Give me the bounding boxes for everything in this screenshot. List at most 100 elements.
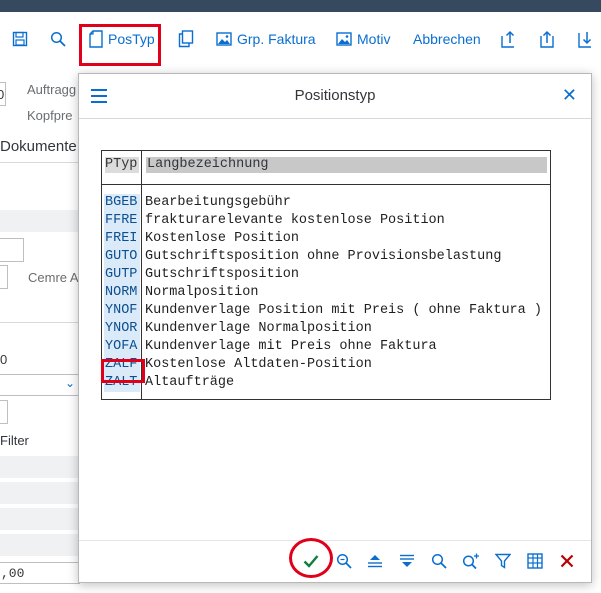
- motiv-button[interactable]: Motiv: [336, 26, 390, 52]
- copy-button[interactable]: [178, 26, 194, 52]
- sort-ascending-icon: [368, 555, 382, 568]
- background-band: [0, 534, 80, 556]
- auftraggeber-label: Auftragg: [27, 82, 77, 97]
- background-value: 0: [0, 352, 8, 367]
- list-item-description: frakturarelevante kostenlose Position: [145, 213, 445, 228]
- list-item-code[interactable]: GUTP: [104, 266, 140, 284]
- list-item-description: Kundenverlage mit Preis ohne Faktura: [145, 339, 437, 354]
- ynor-highlight-frame: [101, 359, 145, 383]
- list-item[interactable]: YOFA Kundenverlage mit Preis ohne Faktura: [102, 338, 550, 356]
- background-input[interactable]: [0, 265, 8, 289]
- list-item-code[interactable]: FFRE: [104, 212, 140, 230]
- dialog-title: Positionstyp: [294, 87, 376, 104]
- export-button[interactable]: [538, 26, 556, 52]
- dialog-header: Positionstyp ✕: [79, 74, 591, 119]
- list-item-description: Bearbeitungsgebühr: [145, 195, 291, 210]
- list-item[interactable]: FFRE frakturarelevante kostenlose Positio…: [102, 212, 550, 230]
- column-header-ptyp: PTyp: [105, 157, 139, 173]
- list-item-code[interactable]: BGEB: [104, 194, 140, 212]
- download-icon: [578, 32, 592, 48]
- divider: [0, 322, 80, 323]
- abbrechen-button[interactable]: Abbrechen: [413, 26, 481, 52]
- download-button[interactable]: [576, 26, 594, 52]
- list-item[interactable]: ZALF Kostenlose Altdaten-Position: [102, 356, 550, 374]
- list-item[interactable]: FREI Kostenlose Position: [102, 230, 550, 248]
- cancel-icon: [560, 554, 574, 568]
- upload-icon: [501, 30, 515, 48]
- filter-label: Filter: [0, 433, 29, 448]
- list-item[interactable]: ZALT Altaufträge: [102, 374, 550, 392]
- find-next-button[interactable]: [459, 549, 483, 573]
- background-band: [0, 482, 80, 504]
- list-item[interactable]: NORM Normalposition: [102, 284, 550, 302]
- table-settings-icon: [527, 553, 543, 569]
- search-in-list-button[interactable]: [332, 549, 356, 573]
- filter-icon: [495, 553, 511, 569]
- chevron-down-icon: ⌄: [65, 376, 76, 390]
- close-icon[interactable]: ✕: [562, 85, 577, 106]
- sort-descending-button[interactable]: [395, 549, 419, 573]
- background-input[interactable]: [0, 400, 8, 424]
- motiv-label: Motiv: [357, 31, 391, 47]
- list-item-description: Kundenverlage Normalposition: [145, 321, 372, 336]
- list-item[interactable]: BGEB Bearbeitungsgebühr: [102, 194, 550, 212]
- list-item-description: Kostenlose Position: [145, 231, 299, 246]
- save-icon: [12, 31, 28, 47]
- amount-field[interactable]: ,00: [0, 562, 80, 584]
- background-band: [0, 508, 80, 530]
- grp-faktura-label: Grp. Faktura: [237, 31, 316, 47]
- dokumente-tab[interactable]: Dokumente: [0, 138, 77, 155]
- list-item-code[interactable]: YNOF: [104, 302, 140, 320]
- background-input[interactable]: [0, 238, 24, 262]
- cemre-label: Cemre A: [28, 270, 79, 285]
- find-button[interactable]: [427, 549, 451, 573]
- dialog-footer: [79, 538, 591, 583]
- list-item-code[interactable]: GUTO: [104, 248, 140, 266]
- list-item-code[interactable]: FREI: [104, 230, 140, 248]
- list-item-description: Kundenverlage Position mit Preis ( ohne …: [145, 303, 542, 318]
- abbrechen-label: Abbrechen: [413, 31, 481, 47]
- background-field[interactable]: 0: [0, 82, 6, 106]
- positionstyp-dialog: Positionstyp ✕ PTyp Langbezeichnung BGEB…: [78, 73, 592, 583]
- list-item[interactable]: YNOR Kundenverlage Normalposition: [102, 320, 550, 338]
- confirm-button[interactable]: [299, 549, 323, 573]
- background-band: [0, 456, 80, 478]
- list-item-code[interactable]: YOFA: [104, 338, 140, 356]
- save-button[interactable]: [12, 26, 28, 52]
- list-item[interactable]: GUTO Gutschriftsposition ohne Provisionsb…: [102, 248, 550, 266]
- checkmark-icon: [303, 555, 319, 568]
- grp-faktura-button[interactable]: Grp. Faktura: [216, 26, 316, 52]
- magnifier-icon: [50, 31, 66, 47]
- list-item[interactable]: YNOF Kundenverlage Position mit Preis ( o…: [102, 302, 550, 320]
- zoom-button[interactable]: [50, 26, 66, 52]
- list-item-description: Normalposition: [145, 285, 259, 300]
- sort-ascending-button[interactable]: [363, 549, 387, 573]
- search-icon: [431, 553, 447, 569]
- list-item-description: Gutschriftsposition ohne Provisionsbelas…: [145, 249, 502, 264]
- calculator-button[interactable]: [523, 549, 547, 573]
- list-item-description: Kostenlose Altdaten-Position: [145, 357, 372, 372]
- application-toolbar: PosTyp Grp. Faktura Motiv Abbrechen: [0, 12, 601, 67]
- postyp-highlight-frame: [79, 24, 161, 66]
- column-header-langbezeichnung: Langbezeichnung: [146, 157, 547, 173]
- list-item[interactable]: GUTP Gutschriftsposition: [102, 266, 550, 284]
- image-icon: [216, 32, 232, 46]
- export-icon: [540, 30, 554, 48]
- list-item-code[interactable]: NORM: [104, 284, 140, 302]
- list-item-code[interactable]: YNOR: [104, 320, 140, 338]
- sort-descending-icon: [400, 554, 414, 567]
- list-item-description: Altaufträge: [145, 375, 235, 390]
- shell-header-bar: [0, 0, 601, 12]
- image-icon: [336, 32, 352, 46]
- kopfpreis-label: Kopfpre: [27, 108, 73, 123]
- filter-button[interactable]: [491, 549, 515, 573]
- zoom-in-icon: [336, 553, 352, 569]
- search-next-icon: [462, 553, 479, 569]
- upload-button[interactable]: [499, 26, 517, 52]
- cancel-button[interactable]: [555, 549, 579, 573]
- header-separator: [102, 184, 550, 185]
- list-item-description: Gutschriftsposition: [145, 267, 299, 282]
- background-band: [0, 210, 80, 232]
- background-select[interactable]: ⌄: [0, 374, 80, 396]
- copy-icon: [178, 30, 194, 48]
